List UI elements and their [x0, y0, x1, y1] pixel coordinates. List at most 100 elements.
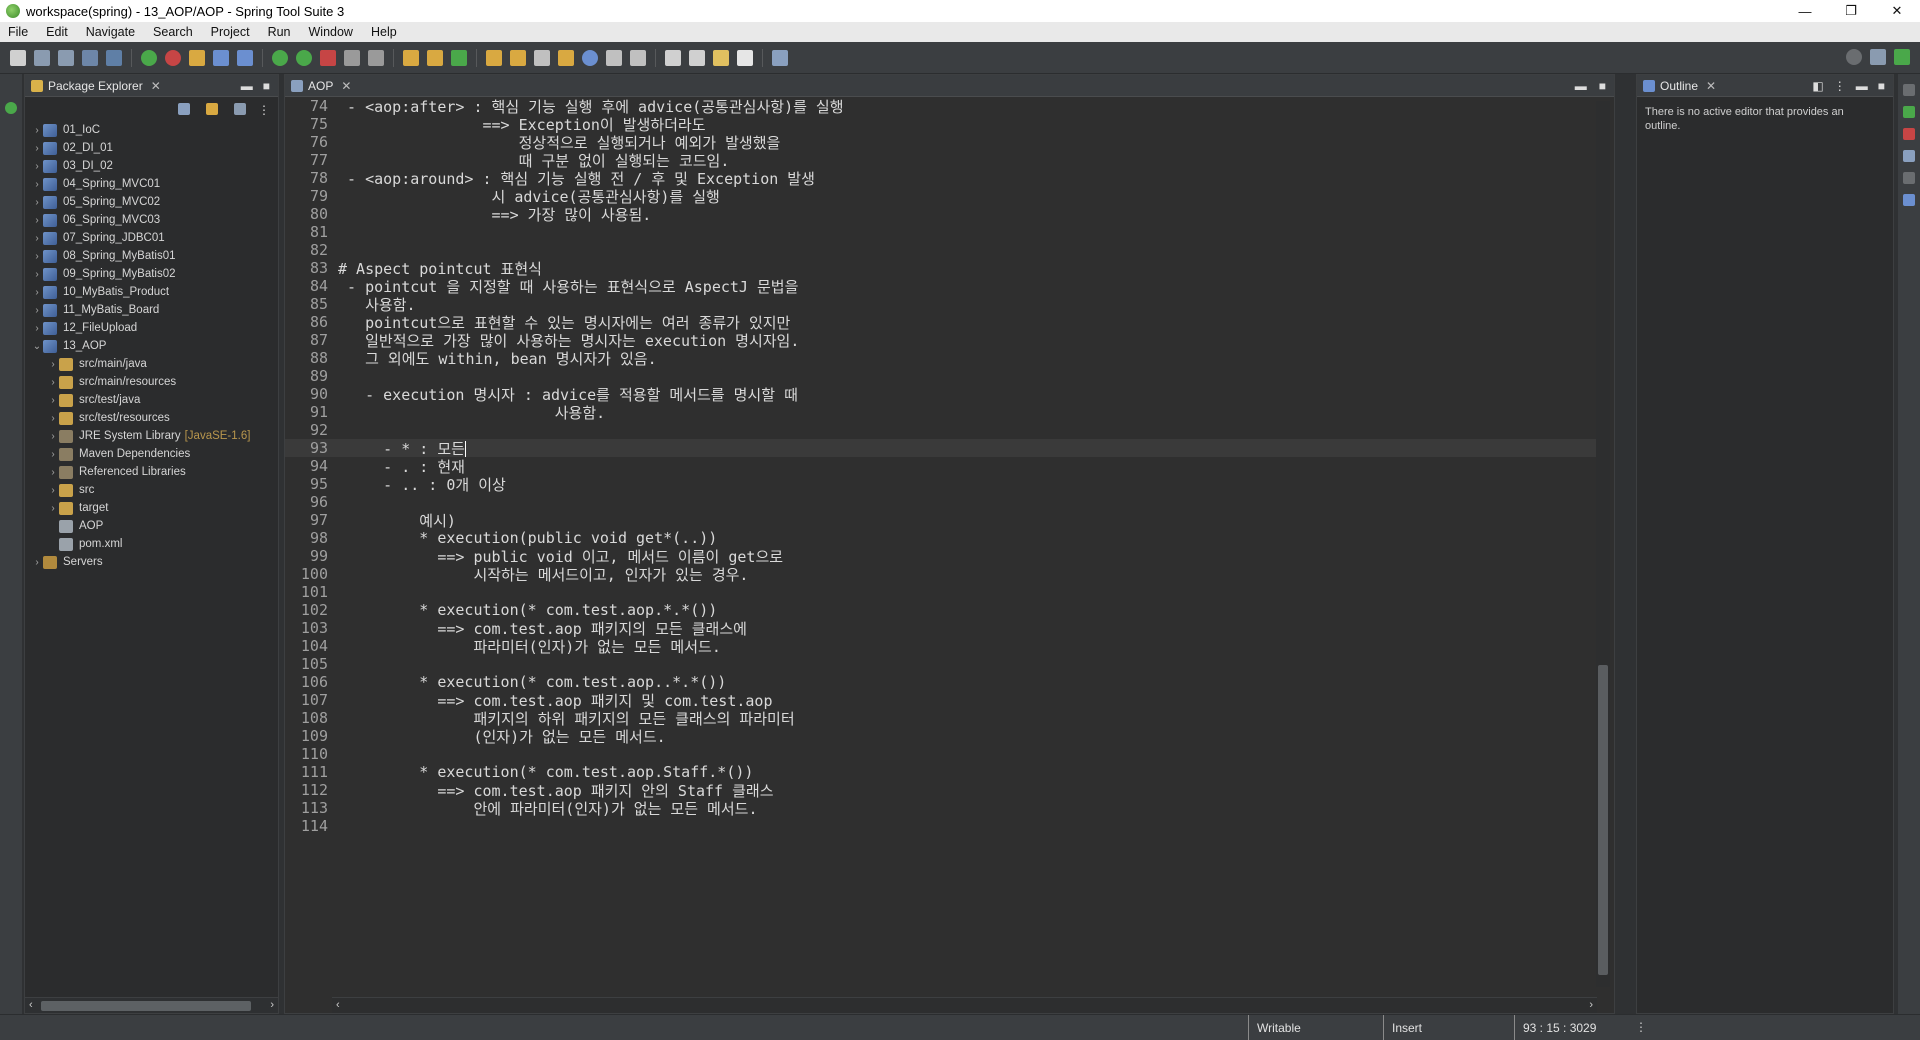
tree-item[interactable]: › 02_DI_01 [25, 139, 278, 157]
code-line[interactable]: 86 pointcut으로 표현할 수 있는 명시자에는 여러 종류가 있지만 [285, 313, 1597, 332]
code-line[interactable]: 113 안에 파라미터(인자)가 없는 모든 메서드. [285, 799, 1597, 818]
tree-item[interactable]: › 09_Spring_MyBatis02 [25, 265, 278, 283]
tree-item[interactable]: › 04_Spring_MVC01 [25, 175, 278, 193]
tree-item[interactable]: › 12_FileUpload [25, 319, 278, 337]
menu-window[interactable]: Window [301, 25, 363, 39]
code-line[interactable]: 109 (인자)가 없는 모든 메서드. [285, 727, 1597, 746]
view-menu-icon[interactable]: ⋮ [1834, 79, 1846, 93]
maximize-view-icon[interactable]: ■ [1878, 79, 1885, 93]
code-line[interactable]: 102 * execution(* com.test.aop.*.*()) [285, 601, 1597, 619]
maximize-view-icon[interactable]: ■ [263, 79, 270, 93]
menu-search[interactable]: Search [145, 25, 203, 39]
code-line[interactable]: 78 - <aop:around> : 핵심 기능 실행 전 / 후 및 Exc… [285, 169, 1597, 188]
tree-item[interactable]: › src/test/resources [25, 409, 278, 427]
tree-item[interactable]: › 05_Spring_MVC02 [25, 193, 278, 211]
console-icon[interactable] [1903, 150, 1915, 162]
collapse-all-icon[interactable] [178, 103, 190, 115]
focus-icon[interactable]: ◧ [1812, 79, 1823, 93]
spring-boot-dashboard-icon[interactable] [5, 102, 17, 114]
code-line[interactable]: 103 ==> com.test.aop 패키지의 모든 클래스에 [285, 619, 1597, 638]
server-icon[interactable] [344, 49, 360, 66]
open-project-icon[interactable] [510, 49, 526, 66]
scroll-thumb[interactable] [41, 1001, 251, 1011]
tree-item[interactable]: › 06_Spring_MVC03 [25, 211, 278, 229]
tree-item[interactable]: › src [25, 481, 278, 499]
code-line[interactable]: 82 [285, 241, 1597, 259]
menu-file[interactable]: File [0, 25, 38, 39]
code-line[interactable]: 106 * execution(* com.test.aop..*.*()) [285, 673, 1597, 691]
code-line[interactable]: 93 - * : 모든 [285, 439, 1597, 458]
chevron-right-icon[interactable]: › [47, 395, 59, 406]
code-line[interactable]: 114 [285, 817, 1597, 835]
chevron-right-icon[interactable]: › [47, 377, 59, 388]
chevron-right-icon[interactable]: › [31, 161, 43, 172]
last-edit-icon[interactable] [713, 49, 729, 66]
scroll-right-icon[interactable]: › [270, 999, 274, 1011]
tree-item[interactable]: › src/main/resources [25, 373, 278, 391]
chevron-right-icon[interactable]: › [31, 233, 43, 244]
tab-aop[interactable]: AOP ✕ [291, 79, 351, 93]
chevron-right-icon[interactable]: › [47, 449, 59, 460]
tree-item[interactable]: › Referenced Libraries [25, 463, 278, 481]
tab-outline[interactable]: Outline ✕ [1643, 79, 1716, 93]
chevron-right-icon[interactable]: › [31, 197, 43, 208]
chevron-right-icon[interactable]: › [31, 323, 43, 334]
navigate-forward-icon[interactable] [737, 49, 753, 66]
new-package-icon[interactable] [403, 49, 419, 66]
code-line[interactable]: 107 ==> com.test.aop 패키지 및 com.test.aop [285, 691, 1597, 710]
tree-item[interactable]: › 10_MyBatis_Product [25, 283, 278, 301]
code-line[interactable]: 81 [285, 223, 1597, 241]
code-line[interactable]: 74 - <aop:after> : 핵심 기능 실행 후에 advice(공통… [285, 97, 1597, 116]
package-explorer-horizontal-scrollbar[interactable]: ‹ › [25, 997, 278, 1013]
chevron-right-icon[interactable]: › [31, 179, 43, 190]
code-line[interactable]: 108 패키지의 하위 패키지의 모든 클래스의 파라미터 [285, 709, 1597, 728]
code-line[interactable]: 99 ==> public void 이고, 메서드 이름이 get으로 [285, 547, 1597, 566]
view-menu-icon[interactable]: ⋮ [258, 103, 270, 117]
tree-item[interactable]: › 08_Spring_MyBatis01 [25, 247, 278, 265]
scroll-right-icon[interactable]: › [1589, 999, 1593, 1011]
code-area[interactable]: 74 - <aop:after> : 핵심 기능 실행 후에 advice(공통… [285, 97, 1597, 999]
code-line[interactable]: 89 [285, 367, 1597, 385]
tree-item[interactable]: › Servers [25, 553, 278, 571]
chevron-right-icon[interactable]: › [47, 503, 59, 514]
close-icon[interactable]: ✕ [1706, 79, 1716, 93]
chevron-right-icon[interactable]: › [31, 143, 43, 154]
java-ee-perspective-icon[interactable] [1894, 49, 1910, 65]
run-icon[interactable] [296, 49, 312, 66]
close-icon[interactable]: ✕ [151, 79, 161, 93]
code-line[interactable]: 85 사용함. [285, 295, 1597, 314]
progress-icon[interactable] [1903, 172, 1915, 184]
external-tools-icon[interactable] [320, 49, 336, 66]
code-line[interactable]: 94 - . : 현재 [285, 457, 1597, 476]
scroll-thumb[interactable] [1598, 665, 1608, 975]
chevron-right-icon[interactable]: › [31, 557, 43, 568]
code-line[interactable]: 80 ==> 가장 많이 사용됨. [285, 205, 1597, 224]
code-line[interactable]: 77 때 구분 없이 실행되는 코드임. [285, 151, 1597, 170]
stop-icon[interactable] [165, 49, 181, 66]
refresh-icon[interactable] [451, 49, 467, 66]
pin-editor-icon[interactable] [772, 49, 788, 66]
status-grip-icon[interactable]: ⋮ [1635, 1020, 1647, 1034]
chevron-right-icon[interactable]: › [31, 125, 43, 136]
edit-icon[interactable] [534, 49, 550, 66]
code-line[interactable]: 75 ==> Exception이 발생하더라도 [285, 115, 1597, 134]
debug-icon[interactable] [272, 49, 288, 66]
tree-item[interactable]: › src/test/java [25, 391, 278, 409]
chevron-right-icon[interactable]: › [31, 251, 43, 262]
code-line[interactable]: 104 파라미터(인자)가 없는 모든 메서드. [285, 637, 1597, 656]
minimize-editor-icon[interactable]: ▬ [1575, 79, 1587, 93]
code-line[interactable]: 76 정상적으로 실행되거나 예외가 발생했을 [285, 133, 1597, 152]
chevron-right-icon[interactable]: › [31, 287, 43, 298]
code-line[interactable]: 105 [285, 655, 1597, 673]
tree-item[interactable]: › 11_MyBatis_Board [25, 301, 278, 319]
prev-annotation-icon[interactable] [630, 49, 646, 66]
servers-icon[interactable] [1903, 194, 1915, 206]
tree-item[interactable]: › 01_IoC [25, 121, 278, 139]
minimize-button[interactable]: — [1782, 0, 1828, 22]
scroll-left-icon[interactable]: ‹ [29, 999, 33, 1011]
forward-arrow-icon[interactable] [689, 49, 705, 66]
minimize-view-icon[interactable]: ▬ [1856, 79, 1868, 93]
editor-vertical-scrollbar[interactable] [1596, 101, 1610, 987]
restore-button[interactable]: ❐ [1828, 0, 1874, 22]
code-line[interactable]: 98 * execution(public void get*(..)) [285, 529, 1597, 547]
